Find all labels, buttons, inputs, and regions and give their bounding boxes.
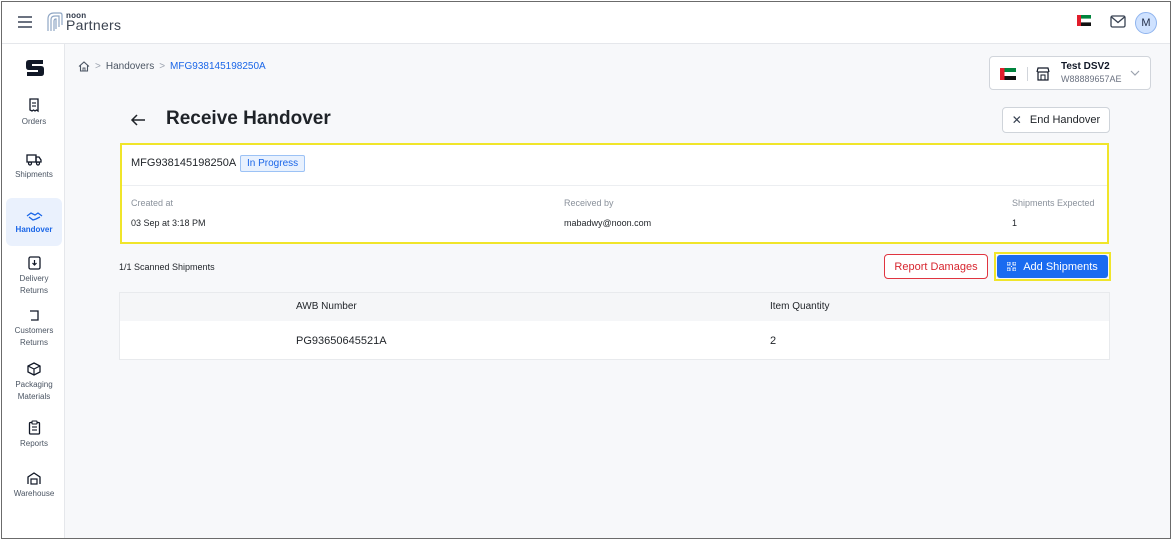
handover-id: MFG938145198250A [131, 157, 237, 169]
handover-info-card: MFG938145198250A In Progress Created at … [120, 143, 1109, 244]
sidebar-item-label: Orders [21, 117, 47, 126]
customer-returns-icon [29, 310, 39, 321]
store-icon [1036, 67, 1050, 81]
sidebar-item-label: Shipments [15, 170, 53, 179]
divider [1027, 67, 1028, 81]
shipments-table: AWB Number Item Quantity PG93650645521A … [119, 292, 1110, 360]
sidebar-item-label: Handover [15, 225, 53, 234]
noon-logo-icon [47, 12, 63, 31]
shipments-expected-value: 1 [1012, 218, 1018, 228]
box-icon [27, 362, 41, 376]
sidebar-item-orders[interactable]: Orders [6, 98, 62, 134]
item-quantity-cell: 2 [770, 335, 777, 347]
sidebar-item-handover[interactable]: Handover [6, 198, 62, 246]
back-arrow-icon[interactable] [130, 113, 146, 127]
barcode-scan-icon [1007, 262, 1017, 271]
home-icon[interactable] [78, 60, 90, 72]
sidebar-item-label: Customers Returns [14, 326, 54, 347]
sidebar: Orders Shipments Handover Delivery Retur… [2, 44, 65, 538]
store-id: W88889657AE [1061, 74, 1122, 84]
orders-icon [29, 98, 39, 113]
app-logo-icon [26, 60, 44, 76]
column-header-quantity: Item Quantity [770, 301, 830, 312]
sidebar-item-delivery-returns[interactable]: Delivery Returns [6, 256, 62, 298]
report-damages-button[interactable]: Report Damages [884, 254, 988, 279]
mail-icon[interactable] [1110, 15, 1126, 28]
column-header-awb: AWB Number [296, 301, 357, 312]
chevron-down-icon [1130, 70, 1140, 76]
sidebar-item-label: Warehouse [13, 489, 55, 498]
awb-number-cell: PG93650645521A [296, 335, 387, 347]
add-shipments-label: Add Shipments [1023, 260, 1098, 273]
sidebar-item-label: Delivery Returns [19, 274, 49, 295]
table-header: AWB Number Item Quantity [120, 293, 1109, 321]
avatar[interactable]: M [1135, 12, 1157, 34]
add-shipments-button[interactable]: Add Shipments [997, 255, 1108, 278]
shipments-expected-label: Shipments Expected [1012, 198, 1095, 208]
clipboard-icon [28, 420, 40, 435]
sidebar-item-reports[interactable]: Reports [6, 420, 62, 456]
sidebar-item-label: Reports [19, 439, 48, 448]
breadcrumb-handovers[interactable]: Handovers [106, 61, 154, 72]
top-bar: noon Partners M [2, 2, 1170, 44]
page-title: Receive Handover [166, 108, 331, 129]
handover-icon [26, 212, 42, 221]
logo-product-text: Partners [66, 17, 122, 33]
received-by-value: mabadwy@noon.com [564, 218, 652, 228]
end-handover-label: End Handover [1029, 114, 1101, 126]
store-selector[interactable]: Test DSV2 W88889657AE [989, 56, 1151, 90]
delivery-returns-icon [27, 256, 41, 270]
breadcrumb: > Handovers > MFG938145198250A [78, 59, 266, 73]
store-name: Test DSV2 [1061, 61, 1110, 72]
add-shipments-highlight: Add Shipments [994, 252, 1111, 281]
menu-icon[interactable] [18, 16, 32, 28]
divider [122, 185, 1107, 186]
app-frame: noon Partners M Orders Shipments Handove… [1, 1, 1171, 539]
breadcrumb-current[interactable]: MFG938145198250A [170, 61, 266, 72]
sidebar-item-packaging-materials[interactable]: Packaging Materials [6, 362, 62, 404]
scanned-summary: 1/1 Scanned Shipments [119, 262, 215, 272]
truck-icon [26, 154, 42, 166]
sidebar-item-customers-returns[interactable]: Customers Returns [6, 309, 62, 351]
close-icon: ✕ [1011, 113, 1022, 127]
breadcrumb-separator: > [159, 60, 166, 72]
sidebar-item-label: Packaging Materials [15, 380, 53, 401]
status-badge: In Progress [240, 155, 306, 172]
end-handover-button[interactable]: ✕ End Handover [1002, 107, 1110, 133]
uae-flag-icon[interactable] [1077, 15, 1091, 26]
uae-flag-icon [1000, 68, 1016, 80]
breadcrumb-separator: > [95, 60, 101, 72]
sidebar-item-warehouse[interactable]: Warehouse [6, 472, 62, 508]
created-at-value: 03 Sep at 3:18 PM [131, 218, 206, 228]
received-by-label: Received by [564, 198, 614, 208]
created-at-label: Created at [131, 198, 174, 208]
warehouse-icon [27, 472, 41, 485]
sidebar-item-shipments[interactable]: Shipments [6, 153, 62, 189]
